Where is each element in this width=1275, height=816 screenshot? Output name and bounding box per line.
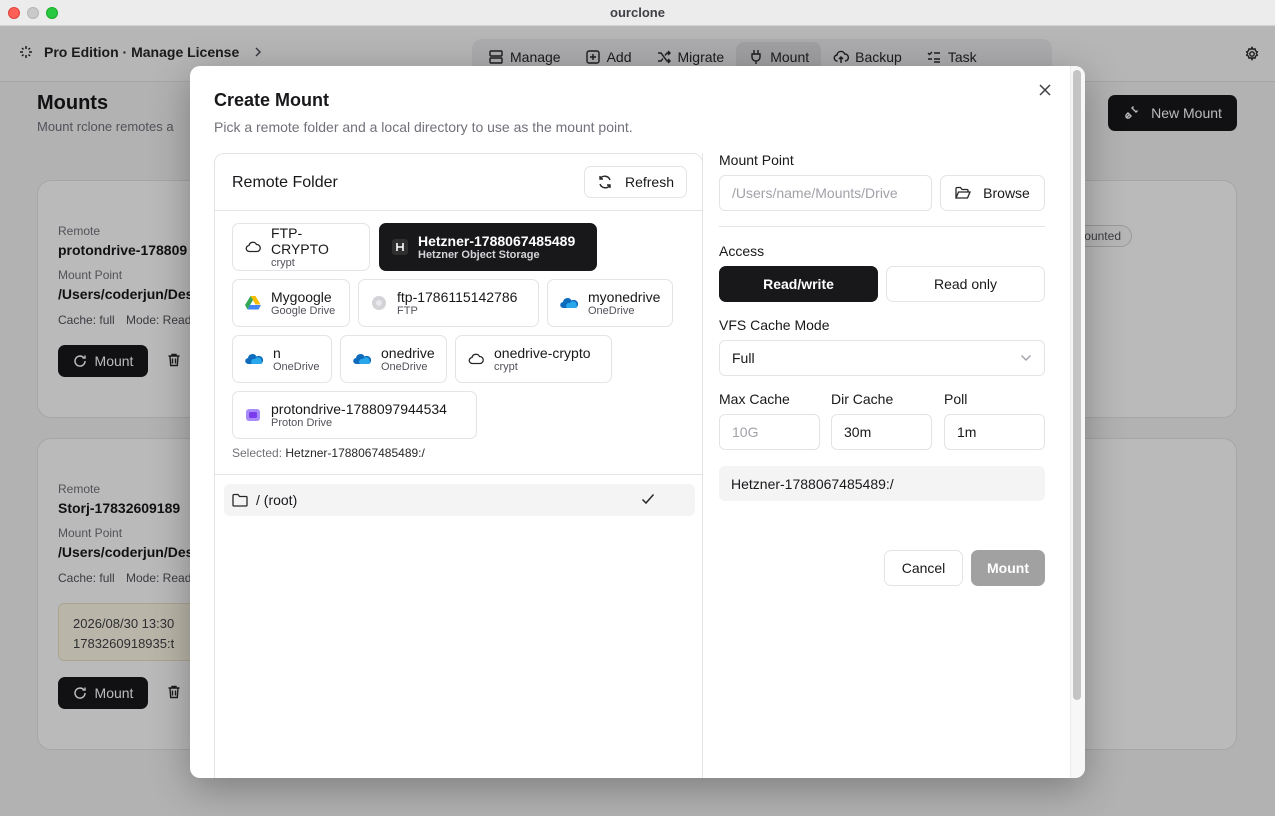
mount-point-label: Mount Point: [719, 152, 794, 168]
remote-chip-ftp[interactable]: ftp-1786115142786 FTP: [358, 279, 539, 327]
remote-chip-n[interactable]: n OneDrive: [232, 335, 332, 383]
proton-drive-icon: [245, 407, 261, 423]
folder-icon: [232, 493, 248, 507]
mount-point-input[interactable]: /Users/name/Mounts/Drive: [719, 175, 932, 211]
dialog-scroll-thumb[interactable]: [1073, 70, 1081, 700]
remote-name: Hetzner-1788067485489: [418, 232, 576, 249]
remote-folder-header: Remote Folder Refresh: [215, 154, 702, 211]
max-cache-label: Max Cache: [719, 391, 790, 407]
remote-chip-protondrive[interactable]: protondrive-1788097944534 Proton Drive: [232, 391, 477, 439]
access-read-write[interactable]: Read/write: [719, 266, 878, 302]
remote-folder-panel: Remote Folder Refresh FTP-CRYPTO crypt He…: [214, 153, 703, 778]
refresh-label: Refresh: [624, 174, 675, 190]
remote-folder-title: Remote Folder: [232, 174, 338, 191]
access-read-only[interactable]: Read only: [886, 266, 1045, 302]
access-label: Access: [719, 243, 765, 259]
selected-remote-summary: Hetzner-1788067485489:/: [719, 466, 1045, 501]
cancel-button[interactable]: Cancel: [884, 550, 963, 586]
remote-chip-onedrive[interactable]: onedrive OneDrive: [340, 335, 447, 383]
divider: [719, 226, 1045, 227]
remote-name: myonedrive: [588, 288, 661, 305]
selected-label: Selected:: [232, 446, 283, 460]
panel-divider: [702, 153, 703, 778]
onedrive-icon: [245, 353, 263, 365]
remote-chip-mygoogle[interactable]: Mygoogle Google Drive: [232, 279, 350, 327]
remote-chip-onedrive-crypto[interactable]: onedrive-crypto crypt: [455, 335, 612, 383]
remote-type: Proton Drive: [271, 416, 333, 429]
remote-type: Google Drive: [271, 304, 336, 317]
folder-name: / (root): [256, 492, 298, 508]
dir-cache-label: Dir Cache: [831, 391, 894, 407]
selected-remote-text: Selected: Hetzner-1788067485489:/: [232, 446, 425, 460]
remote-type: OneDrive: [588, 304, 635, 317]
ftp-icon: [371, 295, 387, 311]
remote-name: protondrive-1788097944534: [271, 400, 447, 417]
poll-input[interactable]: 1m: [944, 414, 1045, 450]
folder-open-icon: [955, 186, 972, 200]
remote-type: crypt: [271, 256, 295, 269]
remote-type: OneDrive: [273, 360, 320, 373]
dialog-title: Create Mount: [214, 90, 330, 110]
refresh-icon: [597, 174, 613, 190]
remote-name: onedrive: [381, 344, 435, 361]
hetzner-icon: [392, 239, 408, 255]
remote-type: crypt: [494, 360, 518, 373]
check-icon: [641, 493, 655, 505]
refresh-button[interactable]: Refresh: [584, 166, 687, 198]
dialog-subtitle: Pick a remote folder and a local directo…: [214, 119, 633, 135]
vfs-cache-value: Full: [732, 350, 755, 366]
window-title: ourclone: [610, 5, 665, 20]
window-titlebar: ourclone: [0, 0, 1275, 26]
close-dialog-button[interactable]: [1038, 83, 1054, 99]
google-drive-icon: [245, 296, 261, 310]
remote-chip-hetzner[interactable]: Hetzner-1788067485489 Hetzner Object Stor…: [379, 223, 597, 271]
poll-label: Poll: [944, 391, 968, 407]
remote-type: FTP: [397, 304, 418, 317]
remote-type: OneDrive: [381, 360, 428, 373]
remote-type: Hetzner Object Storage: [418, 248, 540, 261]
remote-name: ftp-1786115142786: [397, 288, 518, 305]
submit-mount-button[interactable]: Mount: [971, 550, 1045, 586]
vfs-cache-label: VFS Cache Mode: [719, 317, 830, 333]
divider: [215, 474, 702, 475]
cloud-outline-icon: [245, 240, 261, 254]
cloud-outline-icon: [468, 352, 484, 366]
close-icon: [1038, 83, 1052, 97]
create-mount-dialog: Create Mount Pick a remote folder and a …: [190, 66, 1085, 778]
remote-name: onedrive-crypto: [494, 344, 591, 361]
remote-name: FTP-CRYPTO: [271, 224, 329, 257]
vfs-cache-select[interactable]: Full: [719, 340, 1045, 376]
remote-name: n: [273, 344, 281, 361]
onedrive-icon: [353, 353, 371, 365]
browse-button[interactable]: Browse: [940, 175, 1045, 211]
chevron-down-icon: [1020, 354, 1032, 362]
remote-chip-myonedrive[interactable]: myonedrive OneDrive: [547, 279, 673, 327]
dir-cache-input[interactable]: 30m: [831, 414, 932, 450]
remote-chip-ftp-crypto[interactable]: FTP-CRYPTO crypt: [232, 223, 370, 271]
max-cache-input[interactable]: 10G: [719, 414, 820, 450]
browse-label: Browse: [983, 185, 1030, 201]
selected-value: Hetzner-1788067485489:/: [285, 446, 425, 460]
onedrive-icon: [560, 297, 578, 309]
remote-name: Mygoogle: [271, 288, 332, 305]
folder-row[interactable]: / (root): [224, 484, 695, 516]
